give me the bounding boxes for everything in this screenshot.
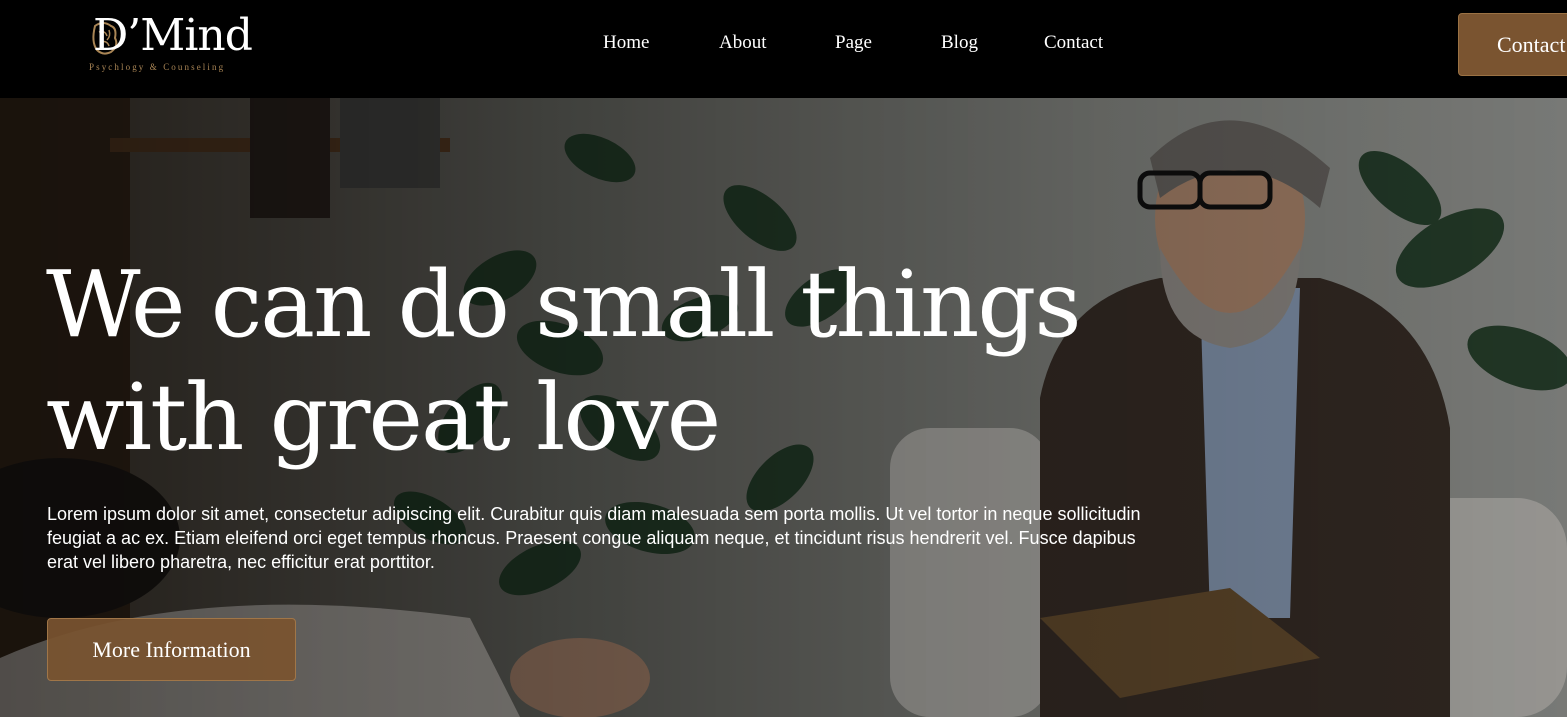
nav-link-page[interactable]: Page: [835, 30, 872, 56]
nav-link-about[interactable]: About: [719, 30, 767, 56]
logo-wordmark: D’Mind: [93, 10, 253, 61]
logo-tagline: Psychlogy & Counseling: [89, 62, 226, 72]
nav-link-home[interactable]: Home: [603, 30, 649, 56]
more-information-button[interactable]: More Information: [47, 618, 296, 681]
hero-title-line-2: with great love: [46, 364, 721, 471]
logo[interactable]: D’Mind Psychlogy & Counseling: [89, 10, 264, 76]
hero-description: Lorem ipsum dolor sit amet, consectetur …: [47, 504, 1141, 572]
nav-link-blog[interactable]: Blog: [941, 30, 978, 56]
contact-button[interactable]: Contact: [1458, 13, 1567, 76]
hero-section: We can do small things with great love L…: [0, 98, 1567, 717]
header: D’Mind Psychlogy & Counseling Home About…: [0, 0, 1567, 98]
hero-title: We can do small things with great love: [46, 248, 1196, 474]
hero-title-line-1: We can do small things: [46, 251, 1082, 358]
nav-link-contact[interactable]: Contact: [1044, 30, 1103, 56]
